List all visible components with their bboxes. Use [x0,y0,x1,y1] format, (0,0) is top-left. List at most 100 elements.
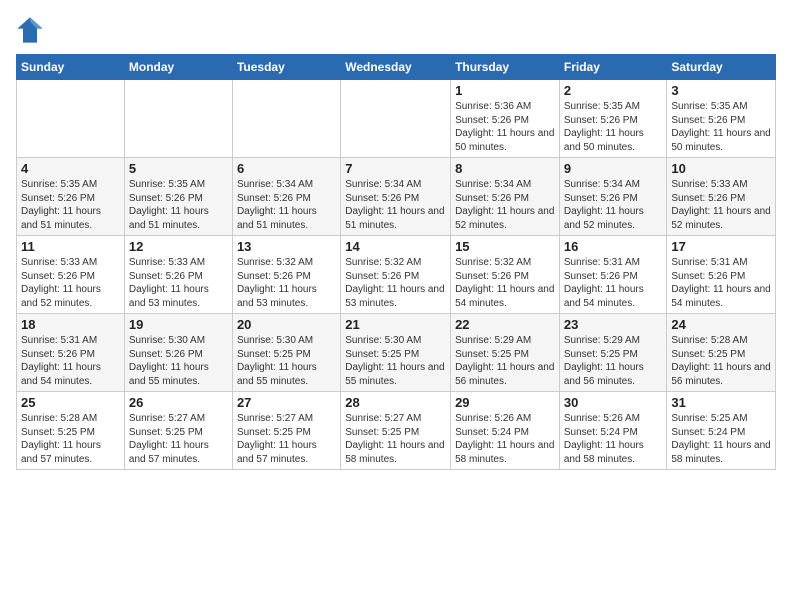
day-number: 7 [345,161,446,176]
day-number: 4 [21,161,120,176]
day-header-sunday: Sunday [17,55,125,80]
calendar-cell: 14 Sunrise: 5:32 AM Sunset: 5:26 PM Dayli… [341,236,451,314]
day-info: Sunrise: 5:27 AM Sunset: 5:25 PM Dayligh… [129,412,228,466]
day-number: 25 [21,395,120,410]
day-info: Sunrise: 5:27 AM Sunset: 5:25 PM Dayligh… [345,412,446,466]
day-number: 16 [564,239,663,254]
day-number: 21 [345,317,446,332]
day-number: 29 [455,395,555,410]
day-number: 20 [237,317,336,332]
day-number: 26 [129,395,228,410]
calendar-cell: 27 Sunrise: 5:27 AM Sunset: 5:25 PM Dayli… [232,392,340,470]
calendar-cell [232,80,340,158]
day-number: 9 [564,161,663,176]
day-number: 6 [237,161,336,176]
day-info: Sunrise: 5:32 AM Sunset: 5:26 PM Dayligh… [345,256,446,310]
day-number: 3 [671,83,771,98]
day-number: 11 [21,239,120,254]
calendar-cell: 15 Sunrise: 5:32 AM Sunset: 5:26 PM Dayli… [451,236,560,314]
calendar-cell: 10Sunrise: 5:33 AM Sunset: 5:26 PM Dayli… [667,158,776,236]
day-number: 24 [671,317,771,332]
day-info: Sunrise: 5:28 AM Sunset: 5:25 PM Dayligh… [21,412,120,466]
day-number: 2 [564,83,663,98]
calendar-week-3: 11 Sunrise: 5:33 AM Sunset: 5:26 PM Dayli… [17,236,776,314]
day-info: Sunrise: 5:30 AM Sunset: 5:26 PM Dayligh… [129,334,228,388]
day-number: 19 [129,317,228,332]
day-info: Sunrise: 5:25 AM Sunset: 5:24 PM Dayligh… [671,412,771,466]
calendar-cell: 23 Sunrise: 5:29 AM Sunset: 5:25 PM Dayli… [559,314,667,392]
day-info: Sunrise: 5:29 AM Sunset: 5:25 PM Dayligh… [564,334,663,388]
day-number: 27 [237,395,336,410]
day-number: 12 [129,239,228,254]
calendar-cell: 21 Sunrise: 5:30 AM Sunset: 5:25 PM Dayli… [341,314,451,392]
calendar-cell: 6 Sunrise: 5:34 AM Sunset: 5:26 PM Daylig… [232,158,340,236]
calendar-cell: 16 Sunrise: 5:31 AM Sunset: 5:26 PM Dayli… [559,236,667,314]
day-info: Sunrise: 5:28 AM Sunset: 5:25 PM Dayligh… [671,334,771,388]
day-info: Sunrise: 5:36 AM Sunset: 5:26 PM Dayligh… [455,100,555,154]
day-info: Sunrise: 5:34 AM Sunset: 5:26 PM Dayligh… [237,178,336,232]
calendar-cell: 19 Sunrise: 5:30 AM Sunset: 5:26 PM Dayli… [124,314,232,392]
day-number: 23 [564,317,663,332]
calendar-week-4: 18 Sunrise: 5:31 AM Sunset: 5:26 PM Dayli… [17,314,776,392]
calendar-week-1: 1Sunrise: 5:36 AM Sunset: 5:26 PM Daylig… [17,80,776,158]
day-info: Sunrise: 5:31 AM Sunset: 5:26 PM Dayligh… [564,256,663,310]
day-header-wednesday: Wednesday [341,55,451,80]
calendar-cell: 2 Sunrise: 5:35 AM Sunset: 5:26 PM Daylig… [559,80,667,158]
day-number: 30 [564,395,663,410]
day-info: Sunrise: 5:33 AM Sunset: 5:26 PM Dayligh… [671,178,771,232]
calendar-cell: 26 Sunrise: 5:27 AM Sunset: 5:25 PM Dayli… [124,392,232,470]
calendar-cell: 24 Sunrise: 5:28 AM Sunset: 5:25 PM Dayli… [667,314,776,392]
calendar-cell: 4 Sunrise: 5:35 AM Sunset: 5:26 PM Daylig… [17,158,125,236]
day-number: 8 [455,161,555,176]
calendar-cell: 1Sunrise: 5:36 AM Sunset: 5:26 PM Daylig… [451,80,560,158]
day-info: Sunrise: 5:30 AM Sunset: 5:25 PM Dayligh… [237,334,336,388]
day-header-monday: Monday [124,55,232,80]
day-header-row: SundayMondayTuesdayWednesdayThursdayFrid… [17,55,776,80]
day-info: Sunrise: 5:35 AM Sunset: 5:26 PM Dayligh… [671,100,771,154]
day-number: 15 [455,239,555,254]
calendar-cell: 9 Sunrise: 5:34 AM Sunset: 5:26 PM Daylig… [559,158,667,236]
day-header-thursday: Thursday [451,55,560,80]
calendar-cell: 22 Sunrise: 5:29 AM Sunset: 5:25 PM Dayli… [451,314,560,392]
day-info: Sunrise: 5:29 AM Sunset: 5:25 PM Dayligh… [455,334,555,388]
day-number: 31 [671,395,771,410]
day-info: Sunrise: 5:26 AM Sunset: 5:24 PM Dayligh… [455,412,555,466]
calendar-cell [17,80,125,158]
day-info: Sunrise: 5:31 AM Sunset: 5:26 PM Dayligh… [21,334,120,388]
logo [16,16,46,44]
calendar-table: SundayMondayTuesdayWednesdayThursdayFrid… [16,54,776,470]
day-number: 22 [455,317,555,332]
calendar-cell [124,80,232,158]
day-info: Sunrise: 5:34 AM Sunset: 5:26 PM Dayligh… [564,178,663,232]
day-info: Sunrise: 5:30 AM Sunset: 5:25 PM Dayligh… [345,334,446,388]
day-number: 13 [237,239,336,254]
day-info: Sunrise: 5:32 AM Sunset: 5:26 PM Dayligh… [455,256,555,310]
day-number: 17 [671,239,771,254]
calendar-cell: 13Sunrise: 5:32 AM Sunset: 5:26 PM Dayli… [232,236,340,314]
day-info: Sunrise: 5:35 AM Sunset: 5:26 PM Dayligh… [564,100,663,154]
calendar-cell: 30 Sunrise: 5:26 AM Sunset: 5:24 PM Dayli… [559,392,667,470]
calendar-week-2: 4 Sunrise: 5:35 AM Sunset: 5:26 PM Daylig… [17,158,776,236]
day-info: Sunrise: 5:33 AM Sunset: 5:26 PM Dayligh… [21,256,120,310]
day-number: 5 [129,161,228,176]
calendar-cell: 18 Sunrise: 5:31 AM Sunset: 5:26 PM Dayli… [17,314,125,392]
day-info: Sunrise: 5:35 AM Sunset: 5:26 PM Dayligh… [129,178,228,232]
calendar-cell [341,80,451,158]
calendar-cell: 17Sunrise: 5:31 AM Sunset: 5:26 PM Dayli… [667,236,776,314]
day-info: Sunrise: 5:33 AM Sunset: 5:26 PM Dayligh… [129,256,228,310]
page-header [16,16,776,44]
calendar-cell: 20 Sunrise: 5:30 AM Sunset: 5:25 PM Dayli… [232,314,340,392]
day-number: 14 [345,239,446,254]
day-info: Sunrise: 5:35 AM Sunset: 5:26 PM Dayligh… [21,178,120,232]
calendar-cell: 31 Sunrise: 5:25 AM Sunset: 5:24 PM Dayli… [667,392,776,470]
calendar-cell: 25 Sunrise: 5:28 AM Sunset: 5:25 PM Dayli… [17,392,125,470]
day-info: Sunrise: 5:26 AM Sunset: 5:24 PM Dayligh… [564,412,663,466]
calendar-cell: 12 Sunrise: 5:33 AM Sunset: 5:26 PM Dayli… [124,236,232,314]
day-info: Sunrise: 5:27 AM Sunset: 5:25 PM Dayligh… [237,412,336,466]
day-header-saturday: Saturday [667,55,776,80]
day-header-tuesday: Tuesday [232,55,340,80]
calendar-cell: 7Sunrise: 5:34 AM Sunset: 5:26 PM Daylig… [341,158,451,236]
calendar-cell: 5 Sunrise: 5:35 AM Sunset: 5:26 PM Daylig… [124,158,232,236]
day-number: 18 [21,317,120,332]
logo-icon [16,16,44,44]
